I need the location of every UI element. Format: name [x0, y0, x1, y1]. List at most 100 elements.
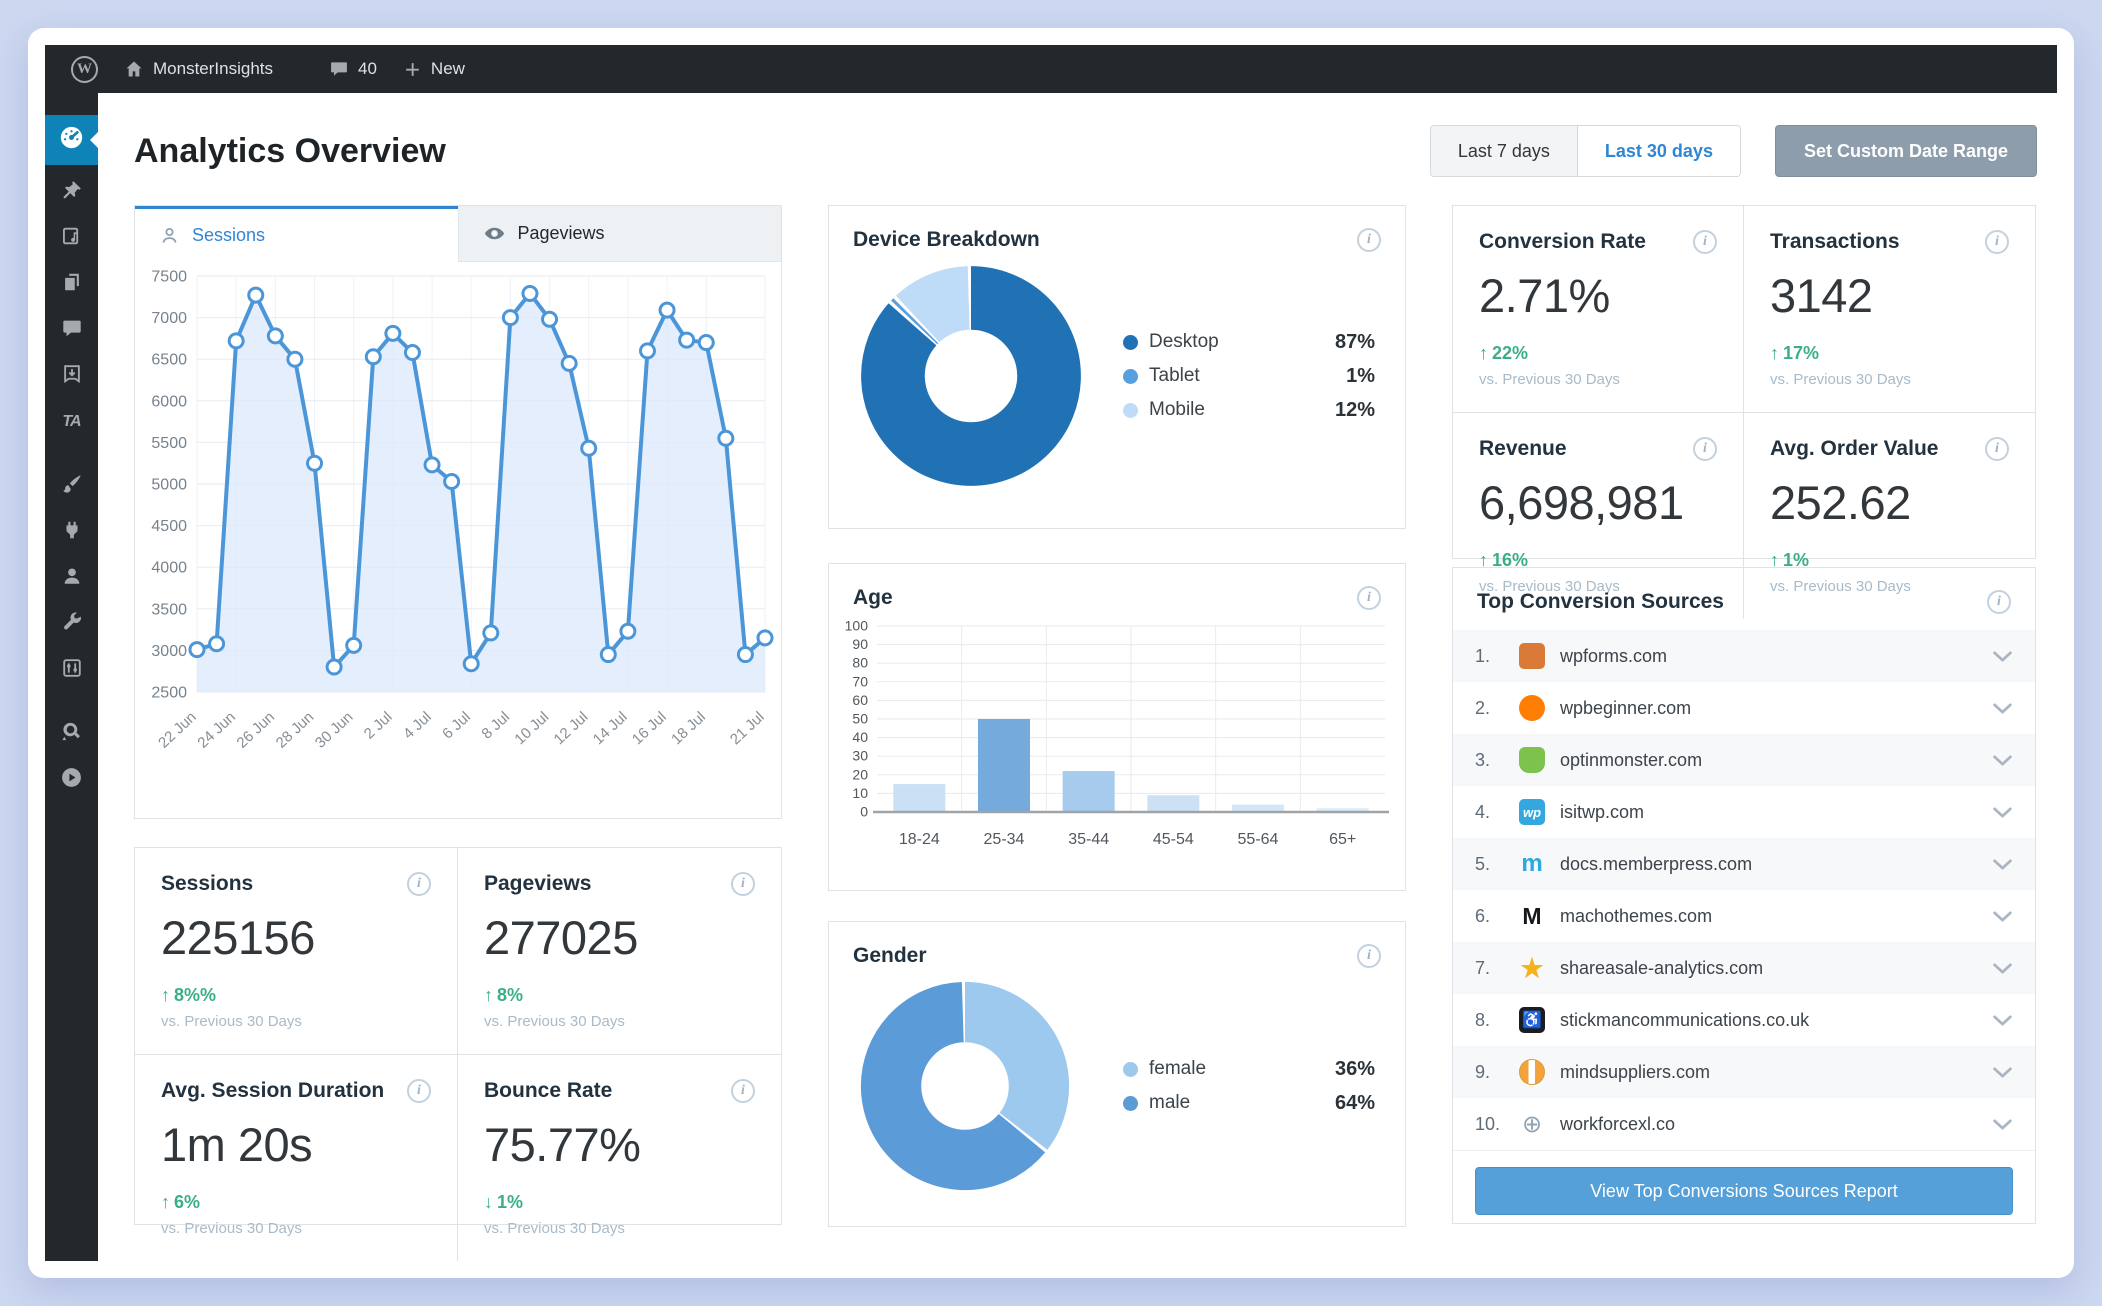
svg-text:4500: 4500 [151, 518, 187, 535]
svg-text:80: 80 [852, 655, 868, 671]
svg-text:26 Jun: 26 Jun [234, 708, 279, 751]
chevron-down-icon[interactable] [1992, 962, 2013, 975]
set-custom-date-range-button[interactable]: Set Custom Date Range [1774, 125, 2037, 177]
tab-pageviews[interactable]: Pageviews [457, 206, 781, 262]
sidebar-item-users[interactable] [45, 555, 98, 601]
eye-icon [483, 222, 506, 245]
comments-indicator[interactable]: 40 [329, 59, 377, 79]
info-icon[interactable]: i [1357, 944, 1381, 968]
source-row[interactable]: 8. ♿ stickmancommunications.co.uk [1453, 994, 2035, 1046]
sidebar-item-plugins[interactable] [45, 509, 98, 555]
top-conversion-sources-panel: Top Conversion Sources i 1. wpforms.com 2.… [1452, 567, 2036, 1224]
sidebar-item-tools[interactable] [45, 601, 98, 647]
last-30-days-button[interactable]: Last 30 days [1576, 126, 1740, 176]
gender-panel: Gender i female 36% male 64% [828, 921, 1406, 1227]
sidebar-item-dashboard[interactable] [45, 115, 98, 165]
video-icon [60, 766, 83, 794]
wpbeginner-favicon [1519, 695, 1545, 721]
info-icon[interactable]: i [1985, 437, 2009, 461]
view-top-conversions-report-button[interactable]: View Top Conversions Sources Report [1475, 1167, 2013, 1215]
gender-donut-chart [860, 981, 1070, 1191]
sidebar-item-pin[interactable] [45, 169, 98, 215]
isitwp-favicon: wp [1519, 799, 1545, 825]
sidebar-item-video[interactable] [45, 757, 98, 803]
source-row[interactable]: 3. optinmonster.com [1453, 734, 2035, 786]
tools-icon [61, 611, 83, 638]
source-row[interactable]: 4. wp isitwp.com [1453, 786, 2035, 838]
chevron-down-icon[interactable] [1992, 1066, 2013, 1079]
legend-item: male 64% [1123, 1092, 1375, 1115]
info-icon[interactable]: i [1985, 230, 2009, 254]
info-icon[interactable]: i [1357, 228, 1381, 252]
svg-text:90: 90 [852, 636, 868, 652]
svg-text:10 Jul: 10 Jul [511, 708, 552, 748]
source-row[interactable]: 6. Mmachothemes.com [1453, 890, 2035, 942]
legend-dot [1123, 368, 1138, 384]
chevron-down-icon[interactable] [1992, 1118, 2013, 1131]
up-arrow-icon: ↑ [161, 985, 170, 1005]
up-arrow-icon: ↑ [1770, 343, 1779, 363]
info-icon[interactable]: i [731, 872, 755, 896]
chevron-down-icon[interactable] [1992, 806, 2013, 819]
info-icon[interactable]: i [1693, 437, 1717, 461]
svg-text:30 Jun: 30 Jun [312, 708, 357, 751]
sessions-chart-panel: Sessions Pageviews 2500 3000 3500 4000 4500 5… [134, 205, 782, 819]
info-icon[interactable]: i [1357, 586, 1381, 610]
info-icon[interactable]: i [1693, 230, 1717, 254]
svg-text:24 Jun: 24 Jun [194, 708, 239, 751]
site-name: MonsterInsights [153, 59, 273, 78]
chevron-down-icon[interactable] [1992, 910, 2013, 923]
new-content-button[interactable]: New [403, 59, 465, 79]
svg-text:10: 10 [852, 785, 868, 801]
svg-text:40: 40 [852, 729, 868, 745]
sidebar-item-pages[interactable] [45, 261, 98, 307]
stat-value: 75.77% [484, 1118, 641, 1171]
optinmonster-favicon [1519, 747, 1545, 773]
source-row[interactable]: 10. ⊕ workforcexl.co [1453, 1098, 2035, 1150]
stats-panel: Sessions i 225156 ↑ 8%% vs. Previous 30 Da… [134, 847, 782, 1261]
source-row[interactable]: 9. mindsuppliers.com [1453, 1046, 2035, 1098]
site-home-link[interactable]: MonsterInsights [124, 59, 273, 79]
sidebar-item-appearance[interactable] [45, 463, 98, 509]
svg-text:45-54: 45-54 [1153, 831, 1194, 848]
sidebar-item-seo[interactable] [45, 711, 98, 757]
info-icon[interactable]: i [1987, 590, 2011, 614]
source-domain: shareasale-analytics.com [1560, 957, 1764, 978]
sidebar-item-settings[interactable] [45, 647, 98, 693]
up-arrow-icon: ↑ [1770, 550, 1779, 570]
stat-change: ↑ 8% [484, 985, 524, 1005]
svg-text:100: 100 [845, 618, 869, 634]
sidebar-item-media[interactable] [45, 215, 98, 261]
source-row[interactable]: 5. m docs.memberpress.com [1453, 838, 2035, 890]
pages-icon [61, 271, 83, 298]
source-row[interactable]: 2. wpbeginner.com [1453, 682, 2035, 734]
legend-dot [1123, 334, 1138, 350]
sidebar-item-downloads[interactable] [45, 353, 98, 399]
stat-change: ↑ 6% [161, 1192, 201, 1212]
info-icon[interactable]: i [407, 872, 431, 896]
tab-sessions[interactable]: Sessions [135, 206, 458, 262]
wordpress-logo-icon[interactable]: W [71, 55, 98, 83]
source-row[interactable]: 7. ★ shareasale-analytics.com [1453, 942, 2035, 994]
source-rank: 6. [1475, 905, 1491, 926]
legend-value: 64% [1334, 1091, 1375, 1114]
sessions-line-chart: 2500 3000 3500 4000 4500 5000 5500 6000 6500 7000… [151, 269, 774, 752]
kpi-card-conversion-rate: Conversion Rate i 2.71% ↑ 22% vs. Previous… [1453, 206, 1744, 413]
legend-value: 36% [1334, 1057, 1375, 1080]
chevron-down-icon[interactable] [1992, 858, 2013, 871]
chevron-down-icon[interactable] [1992, 1014, 2013, 1027]
legend-value: 87% [1334, 330, 1375, 353]
svg-text:16 Jul: 16 Jul [629, 708, 670, 748]
chevron-down-icon[interactable] [1992, 702, 2013, 715]
source-row[interactable]: 1. wpforms.com [1453, 630, 2035, 682]
sidebar-item-ta[interactable]: TA [45, 399, 98, 445]
sidebar-item-comments[interactable] [45, 307, 98, 353]
chevron-down-icon[interactable] [1992, 754, 2013, 767]
kpi-value: 3142 [1770, 269, 1873, 322]
chevron-down-icon[interactable] [1992, 650, 2013, 663]
info-icon[interactable]: i [407, 1079, 431, 1103]
info-icon[interactable]: i [731, 1079, 755, 1103]
up-arrow-icon: ↑ [1479, 550, 1488, 570]
source-rank: 4. [1475, 801, 1491, 822]
last-7-days-button[interactable]: Last 7 days [1430, 126, 1577, 176]
